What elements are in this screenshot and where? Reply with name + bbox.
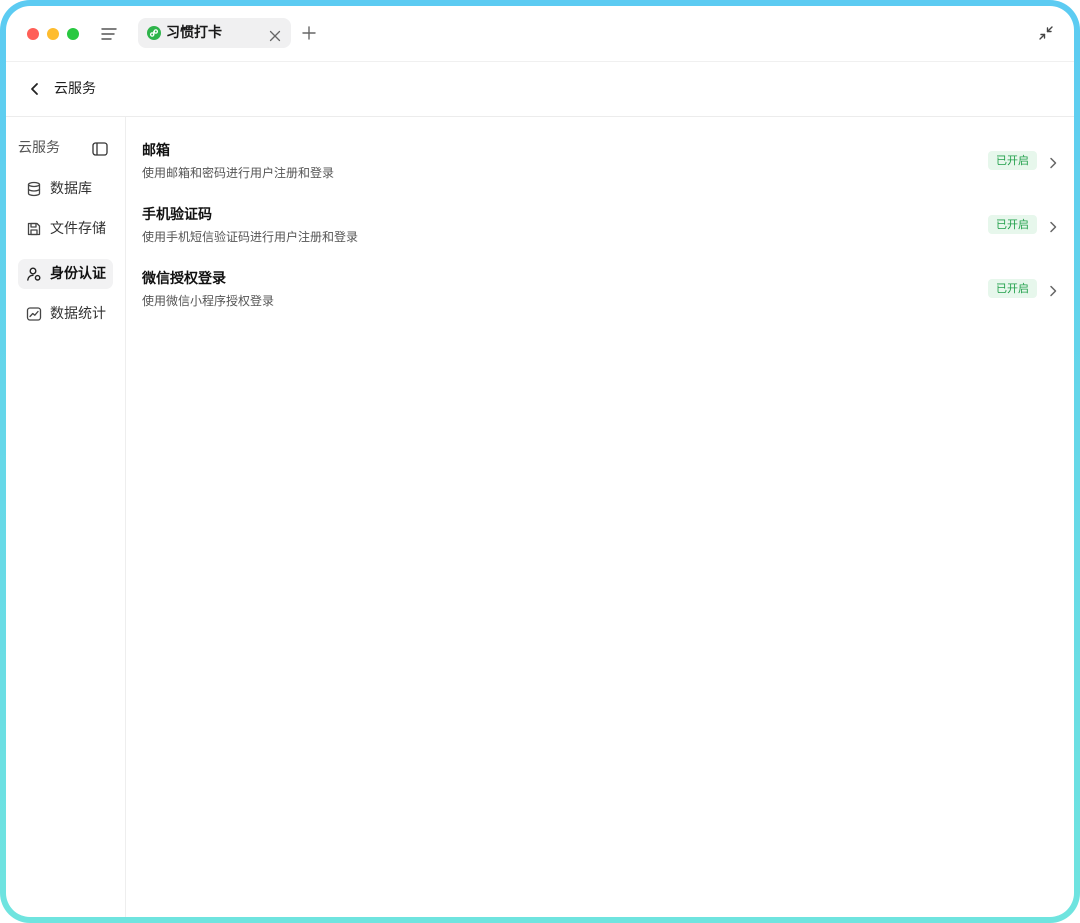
service-list: 邮箱 使用邮箱和密码进行用户注册和登录 已开启 手机验证码 使用手机短信验证码进… (126, 117, 1074, 917)
page-header: 云服务 (6, 62, 1074, 117)
chevron-right-icon[interactable] (1048, 282, 1058, 297)
sidebar-item-label: 文件存储 (50, 221, 106, 237)
window-frame: 习惯打卡 云服务 云服务 数据库 文件存储 身份认证 数据统计 邮箱 使用邮箱和… (0, 0, 1080, 923)
sidebar-item-label: 数据统计 (50, 306, 106, 322)
tab-title: 习惯打卡 (166, 25, 222, 41)
app-window: 习惯打卡 云服务 云服务 数据库 文件存储 身份认证 数据统计 邮箱 使用邮箱和… (6, 6, 1074, 917)
chart-icon (26, 307, 42, 321)
tab-habit-checkin[interactable]: 习惯打卡 (138, 18, 291, 48)
item-title: 邮箱 (142, 143, 170, 159)
miniprogram-icon (147, 26, 161, 40)
sidebar-item-statistics[interactable]: 数据统计 (18, 299, 113, 329)
item-title: 手机验证码 (142, 207, 212, 223)
user-auth-icon (27, 267, 41, 281)
minimize-window-button[interactable] (47, 28, 59, 40)
sidebar-item-label: 身份认证 (50, 266, 106, 282)
sidebar-item-file-storage[interactable]: 文件存储 (18, 214, 113, 244)
page-title: 云服务 (54, 81, 96, 97)
menu-icon[interactable] (100, 25, 118, 43)
list-item-wechat-login[interactable]: 微信授权登录 使用微信小程序授权登录 已开启 (142, 270, 1058, 322)
item-title: 微信授权登录 (142, 271, 226, 287)
item-description: 使用微信小程序授权登录 (142, 294, 275, 308)
sidebar-title: 云服务 (18, 140, 60, 156)
save-icon (27, 222, 41, 236)
chevron-left-icon[interactable] (28, 81, 42, 97)
status-badge: 已开启 (988, 215, 1037, 234)
title-bar: 习惯打卡 (6, 6, 1074, 62)
status-badge: 已开启 (988, 151, 1037, 170)
maximize-window-button[interactable] (67, 28, 79, 40)
sidebar-item-database[interactable]: 数据库 (18, 174, 113, 204)
close-window-button[interactable] (27, 28, 39, 40)
close-icon[interactable] (269, 27, 281, 42)
chevron-right-icon[interactable] (1048, 218, 1058, 233)
sidebar: 云服务 数据库 文件存储 身份认证 数据统计 (6, 117, 126, 917)
status-badge: 已开启 (988, 279, 1037, 298)
sidebar-item-identity-auth[interactable]: 身份认证 (18, 259, 113, 289)
chevron-right-icon[interactable] (1048, 154, 1058, 169)
collapse-icon[interactable] (1038, 25, 1054, 41)
list-item-sms-code[interactable]: 手机验证码 使用手机短信验证码进行用户注册和登录 已开启 (142, 206, 1058, 258)
sidebar-item-label: 数据库 (50, 181, 92, 197)
item-description: 使用手机短信验证码进行用户注册和登录 (142, 230, 359, 244)
sidebar-toggle-icon[interactable] (92, 141, 108, 156)
item-description: 使用邮箱和密码进行用户注册和登录 (142, 166, 335, 180)
database-icon (27, 181, 41, 197)
plus-icon[interactable] (302, 25, 316, 40)
list-item-email[interactable]: 邮箱 使用邮箱和密码进行用户注册和登录 已开启 (142, 142, 1058, 194)
